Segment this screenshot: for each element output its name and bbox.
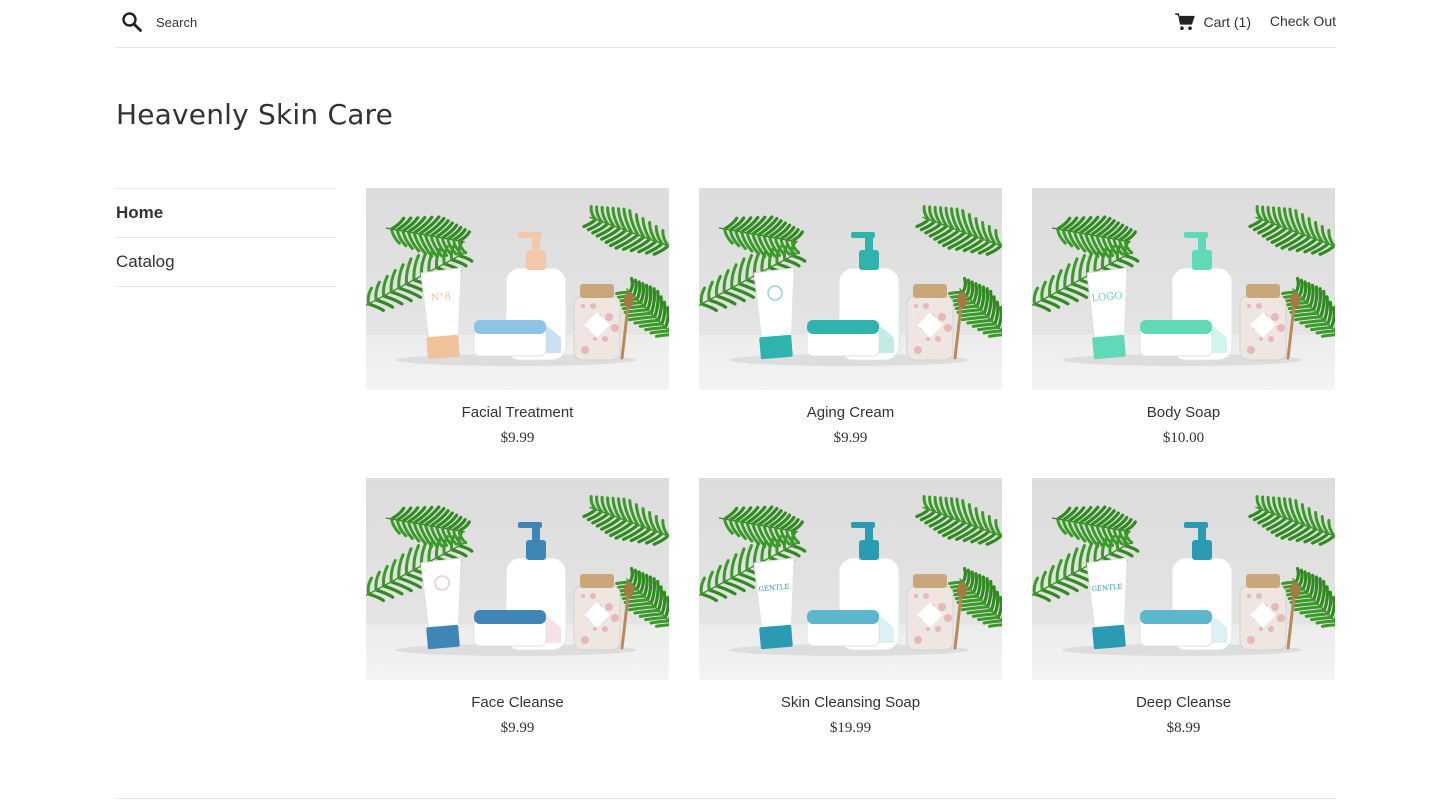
product-card[interactable]: GENTLE Skin Cleansing Soap $19.99 (699, 478, 1002, 737)
checkout-link[interactable]: Check Out (1270, 13, 1336, 29)
product-card[interactable]: LOGO Body Soap $10.00 (1032, 188, 1335, 447)
product-image[interactable] (366, 478, 669, 680)
sidebar-item-catalog[interactable]: Catalog (116, 238, 336, 287)
product-price: $9.99 (833, 430, 868, 446)
sidebar-nav: Home Catalog (116, 188, 336, 287)
product-title[interactable]: Face Cleanse (366, 694, 669, 712)
product-card[interactable]: N°8 Facial Treatment $9.99 (366, 188, 669, 447)
cart-link[interactable]: Cart (1) (1174, 13, 1251, 31)
site-title[interactable]: Heavenly Skin Care (116, 98, 393, 131)
product-price: $9.99 (500, 720, 535, 736)
product-card[interactable]: Face Cleanse $9.99 (366, 478, 669, 737)
product-price: $19.99 (829, 720, 872, 736)
product-title[interactable]: Deep Cleanse (1032, 694, 1335, 712)
product-title[interactable]: Body Soap (1032, 404, 1335, 422)
top-bar: Cart (1) Check Out (116, 0, 1336, 48)
product-image[interactable]: LOGO (1032, 188, 1335, 390)
product-title[interactable]: Facial Treatment (366, 404, 669, 422)
product-image[interactable]: N°8 (366, 188, 669, 390)
product-image[interactable]: GENTLE (699, 478, 1002, 680)
sidebar-item-home[interactable]: Home (116, 189, 336, 238)
product-price: $9.99 (500, 430, 535, 446)
product-title[interactable]: Skin Cleansing Soap (699, 694, 1002, 712)
product-card[interactable]: GENTLE Deep Cleanse $8.99 (1032, 478, 1335, 737)
product-price: $10.00 (1162, 430, 1205, 446)
search-icon[interactable] (122, 12, 142, 32)
search-input[interactable] (156, 11, 456, 33)
product-price: $8.99 (1166, 720, 1201, 736)
product-image[interactable] (699, 188, 1002, 390)
product-title[interactable]: Aging Cream (699, 404, 1002, 422)
footer-divider (116, 798, 1336, 799)
svg-text:N°8: N°8 (430, 291, 451, 304)
cart-icon (1174, 13, 1195, 30)
cart-label: Cart (1) (1203, 14, 1251, 30)
product-image[interactable]: GENTLE (1032, 478, 1335, 680)
product-card[interactable]: Aging Cream $9.99 (699, 188, 1002, 447)
